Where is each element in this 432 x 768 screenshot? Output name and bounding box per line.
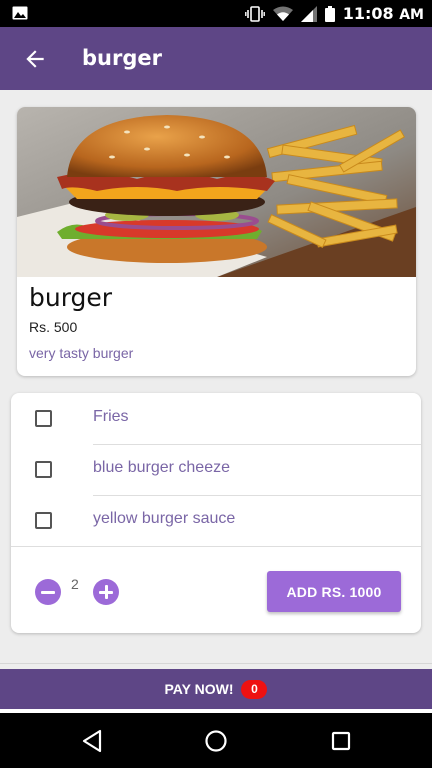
product-card: burger Rs. 500 very tasty burger — [17, 107, 416, 376]
clock-time: 11:08 AM — [342, 4, 424, 23]
checkbox[interactable] — [35, 410, 52, 427]
product-price: Rs. 500 — [29, 319, 78, 335]
arrow-back-icon[interactable] — [22, 46, 48, 72]
plus-circle-icon[interactable] — [93, 579, 119, 605]
status-bar: 11:08 AM — [0, 0, 432, 27]
quantity-value: 2 — [71, 576, 79, 592]
pay-now-label: PAY NOW! — [164, 681, 234, 697]
add-to-cart-button[interactable]: ADD RS. 1000 — [267, 571, 401, 612]
back-triangle-icon[interactable] — [81, 729, 103, 753]
home-circle-icon[interactable] — [204, 729, 228, 753]
image-icon — [12, 6, 28, 20]
checkbox[interactable] — [35, 461, 52, 478]
option-label: Fries — [93, 408, 129, 425]
options-card: Fries blue burger cheeze yellow burger s… — [11, 393, 421, 633]
option-row-blue-burger-cheeze[interactable]: blue burger cheeze — [11, 444, 421, 496]
option-row-fries[interactable]: Fries — [11, 393, 421, 445]
app-bar: burger — [0, 27, 432, 90]
product-name: burger — [29, 283, 113, 312]
page-title: burger — [82, 46, 162, 70]
wifi-icon — [272, 6, 293, 21]
checkbox[interactable] — [35, 512, 52, 529]
burger-image — [17, 107, 416, 277]
product-description: very tasty burger — [29, 345, 134, 361]
cart-count-badge: 0 — [241, 679, 268, 699]
divider — [11, 546, 421, 547]
minus-circle-icon[interactable] — [35, 579, 61, 605]
option-row-yellow-burger-sauce[interactable]: yellow burger sauce — [11, 495, 421, 547]
divider — [0, 663, 432, 664]
recents-square-icon[interactable] — [330, 729, 352, 753]
option-label: yellow burger sauce — [93, 510, 236, 527]
pay-now-button[interactable]: PAY NOW! 0 — [0, 669, 432, 709]
system-nav-bar — [0, 713, 432, 768]
battery-icon — [324, 5, 335, 22]
signal-icon — [300, 5, 317, 22]
vibrate-icon — [244, 5, 265, 22]
option-label: blue burger cheeze — [93, 459, 230, 476]
